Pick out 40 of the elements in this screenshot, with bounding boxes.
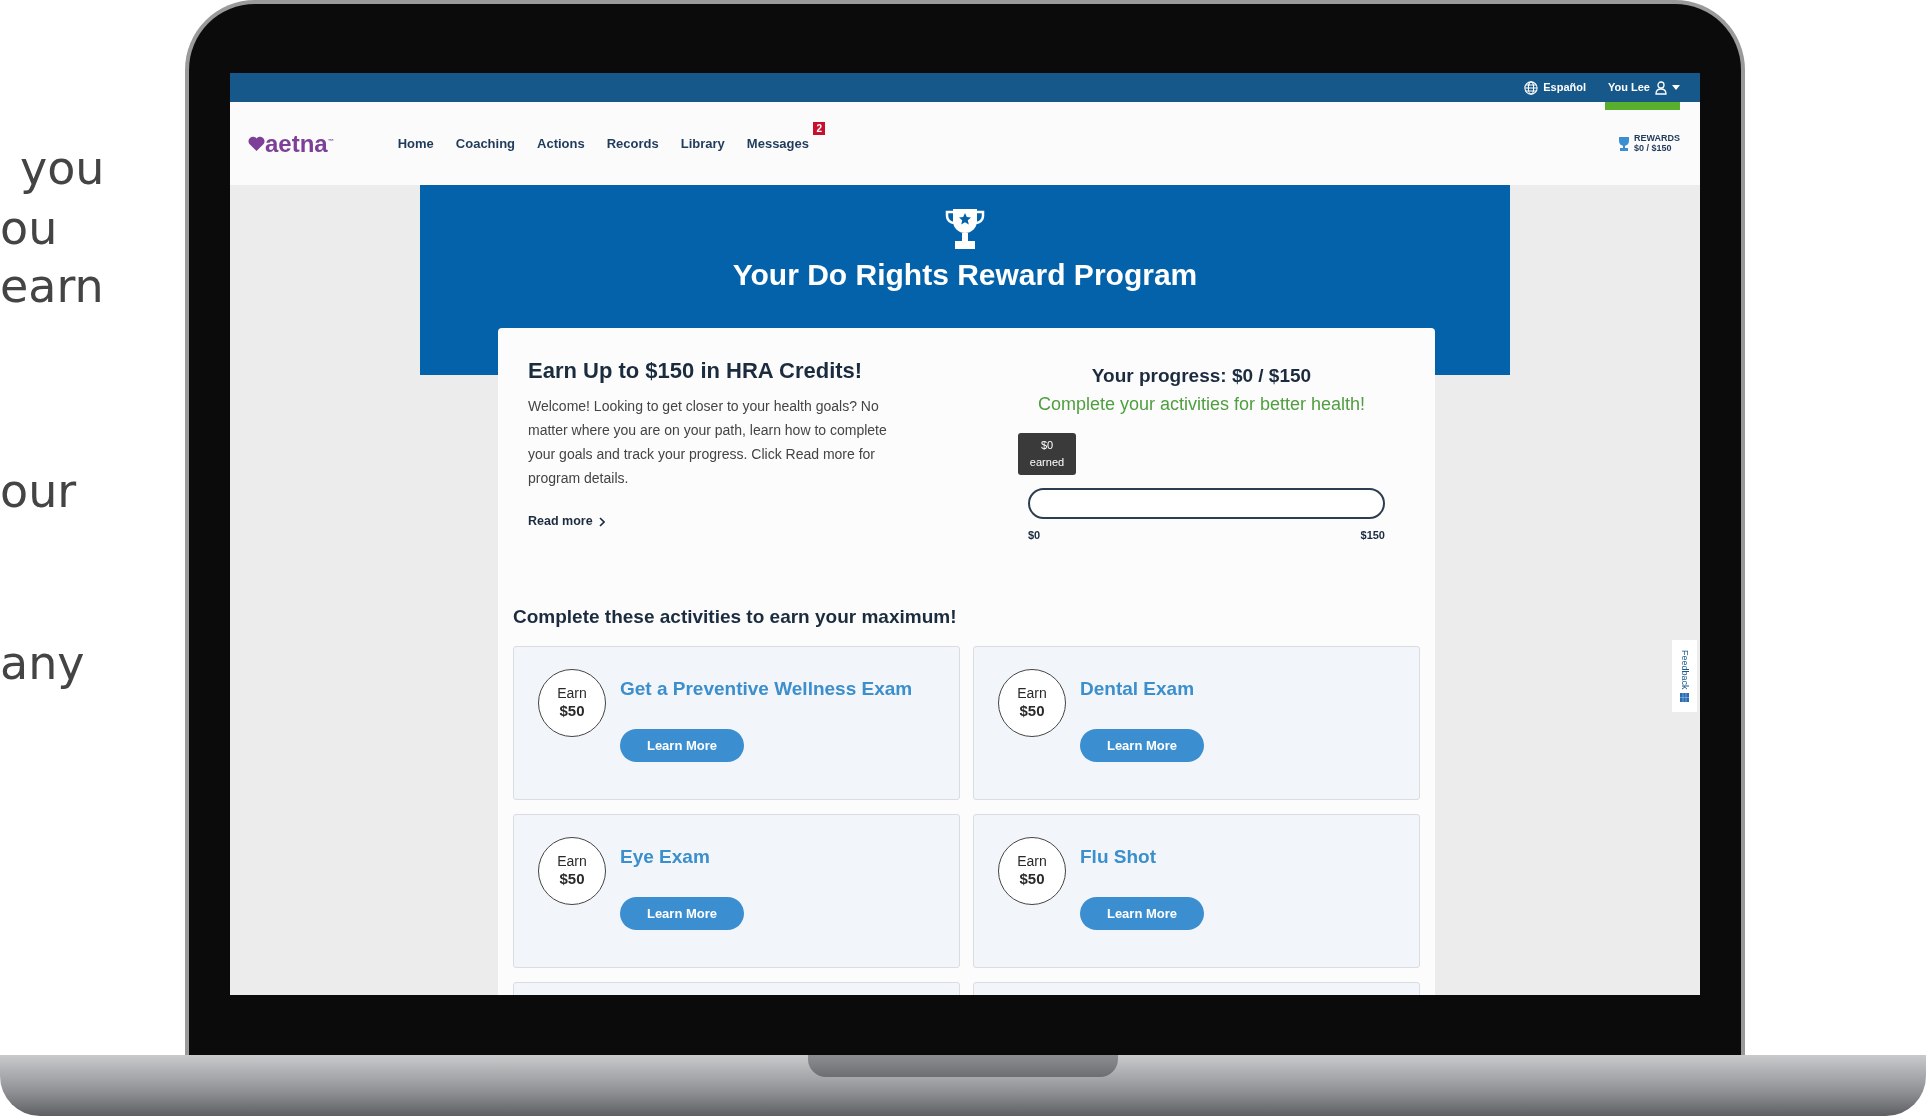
globe-icon <box>1524 80 1539 95</box>
activity-title: Dental Exam <box>1080 676 1196 701</box>
earn-badge: Earn $50 <box>538 836 606 905</box>
rewards-link[interactable]: REWARDS $0 / $150 <box>1617 133 1680 154</box>
grid-icon <box>1680 693 1689 703</box>
progress-title: Your progress: $0 / $150 <box>1090 364 1313 388</box>
caret-icon <box>1672 85 1680 90</box>
min-label: $0 <box>1028 527 1041 543</box>
activity-title: Get a Preventive Wellness Exam <box>620 676 913 701</box>
activity-title: Flu Shot <box>1080 844 1157 869</box>
read-more-link[interactable]: Read more <box>528 512 605 532</box>
page-title: Your Do Rights Reward Program <box>732 257 1198 293</box>
max-label: $150 <box>1360 527 1385 543</box>
person-icon <box>1655 80 1667 95</box>
user-menu[interactable]: You Lee <box>1608 79 1680 96</box>
side-text: ou <box>0 205 58 251</box>
language-link[interactable]: Español <box>1524 79 1586 96</box>
earn-badge: Earn $50 <box>538 668 606 737</box>
intro-heading: Earn Up to $150 in HRA Credits! <box>528 358 864 385</box>
intro-text: Welcome! Looking to get closer to your health goals? No matter where you are on your path, learn how to complete your goals and track your progress. Click Read more for program details. <box>528 397 888 489</box>
nav-link[interactable]: Actions <box>537 133 585 154</box>
trophy-icon <box>1617 135 1631 152</box>
activities-heading: Complete these activities to earn your maximum! <box>513 605 958 629</box>
nav-link[interactable]: Coaching <box>455 133 516 154</box>
nav-link[interactable]: Home <box>397 133 434 154</box>
feedback-tab[interactable]: Feedback <box>1672 640 1697 712</box>
trophy-icon <box>945 207 985 251</box>
earn-badge: Earn $50 <box>998 836 1066 905</box>
nav-link[interactable]: Library <box>680 133 725 154</box>
heart-icon <box>248 136 265 151</box>
progress-subtitle: Complete your activities for better health! <box>1036 392 1367 416</box>
side-text: earn <box>0 263 104 309</box>
message-count-badge: 2 <box>813 121 825 135</box>
logo[interactable]: aetna$^{™}$ <box>248 125 334 162</box>
side-text: our <box>0 468 77 514</box>
progress-tooltip: $0 earned <box>1018 432 1076 475</box>
nav-link[interactable]: Records <box>606 133 659 154</box>
activity-title: Eye Exam <box>620 844 711 869</box>
earn-badge: Earn $50 <box>998 668 1066 737</box>
chevron-icon <box>598 516 605 527</box>
